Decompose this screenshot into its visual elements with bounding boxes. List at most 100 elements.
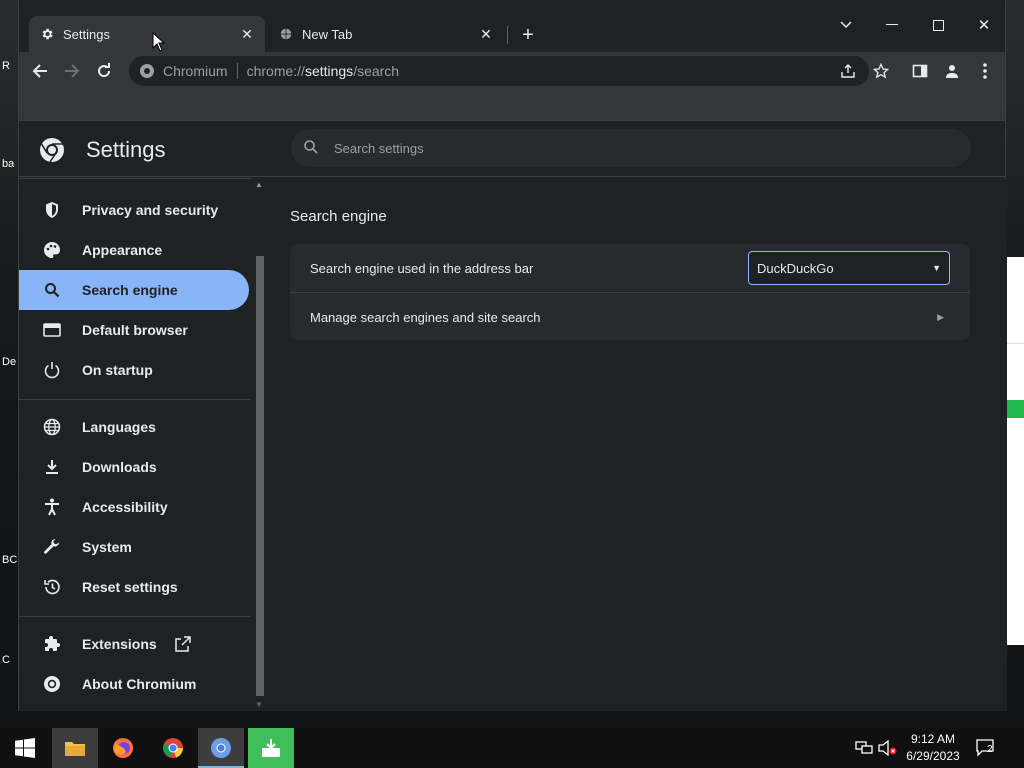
sidebar-item-label: Appearance	[82, 242, 163, 258]
url-host: settings	[304, 63, 354, 79]
reload-button[interactable]	[89, 56, 119, 86]
sidebar-item-label: Languages	[82, 419, 156, 435]
globe-icon	[42, 417, 62, 437]
scroll-up-arrow-icon[interactable]: ▲	[255, 180, 263, 189]
clock-date: 6/29/2023	[906, 749, 960, 763]
notification-center-icon[interactable]: 2	[976, 738, 996, 758]
profile-icon[interactable]	[938, 56, 966, 86]
sidebar-item-appearance[interactable]: Appearance	[19, 230, 249, 270]
sidebar-item-label: Default browser	[82, 322, 188, 338]
close-tab-icon[interactable]: ✕	[476, 24, 496, 44]
search-settings-input[interactable]: Search settings	[291, 129, 971, 167]
sidebar-item-default-browser[interactable]: Default browser	[19, 310, 249, 350]
network-icon[interactable]	[854, 738, 874, 758]
taskbar: 9:12 AM 6/29/2023 2	[0, 728, 1024, 768]
section-title: Search engine	[290, 208, 387, 225]
tab-settings[interactable]: Settings ✕	[29, 16, 265, 52]
tab-separator	[507, 26, 508, 44]
desktop-label: ba	[2, 158, 15, 170]
chromium-icon	[42, 674, 62, 694]
origin-label: Chromium	[163, 63, 228, 79]
globe-icon	[278, 26, 294, 42]
sidebar-item-languages[interactable]: Languages	[19, 407, 249, 447]
system-clock[interactable]: 9:12 AM 6/29/2023	[898, 731, 968, 765]
sidebar-scrollbar[interactable]: ▲ ▼	[254, 178, 266, 711]
clock-time: 9:12 AM	[910, 732, 956, 746]
nav-divider	[19, 399, 251, 400]
menu-icon[interactable]	[971, 56, 999, 86]
file-explorer-icon[interactable]	[52, 728, 98, 768]
chevron-down-icon: ▼	[932, 263, 941, 273]
sidebar-item-label: Search engine	[82, 282, 178, 298]
chrome-icon[interactable]	[150, 728, 196, 768]
side-panel-icon[interactable]	[906, 56, 934, 86]
browser-toolbar: Chromium chrome://settings/search	[19, 52, 1005, 90]
desktop-label: De	[2, 356, 17, 368]
chromium-icon	[139, 63, 155, 79]
search-placeholder: Search settings	[334, 140, 424, 156]
back-button[interactable]	[25, 56, 55, 86]
new-tab-button[interactable]: +	[517, 24, 539, 46]
sidebar-item-label: Extensions	[82, 636, 157, 652]
sidebar-item-privacy[interactable]: Privacy and security	[19, 190, 249, 230]
minimize-button[interactable]	[877, 10, 907, 40]
chromium-taskbar-icon[interactable]	[198, 728, 244, 768]
forward-button[interactable]	[57, 56, 87, 86]
sidebar-item-reset-settings[interactable]: Reset settings	[19, 567, 249, 607]
firefox-icon[interactable]	[100, 728, 146, 768]
notification-count: 2	[987, 744, 993, 755]
row-label: Search engine used in the address bar	[310, 260, 534, 276]
bookmarks-bar	[19, 90, 1005, 121]
nav-top-edge	[19, 178, 251, 179]
bookmark-star-icon[interactable]	[867, 56, 895, 86]
background-window[interactable]	[1006, 257, 1024, 645]
sidebar-item-search-engine[interactable]: Search engine	[19, 270, 249, 310]
tab-new-tab[interactable]: New Tab ✕	[268, 16, 504, 52]
start-button[interactable]	[2, 728, 48, 768]
close-tab-icon[interactable]: ✕	[237, 24, 257, 44]
tab-search-icon[interactable]	[831, 10, 861, 40]
volume-muted-icon[interactable]	[878, 738, 898, 758]
scroll-down-arrow-icon[interactable]: ▼	[255, 700, 263, 709]
share-icon[interactable]	[834, 56, 862, 86]
browser-icon	[42, 320, 62, 340]
window-divider	[1006, 343, 1024, 344]
settings-header: Settings Search settings	[19, 121, 1005, 177]
browser-window: Settings ✕ New Tab ✕ + ✕ Chromium chrome…	[18, 0, 1007, 711]
omnibox-divider	[236, 63, 238, 79]
mouse-cursor-icon	[152, 31, 166, 52]
accessibility-icon	[42, 497, 62, 517]
address-bar[interactable]: Chromium chrome://settings/search	[129, 56, 869, 86]
settings-content: Search engine Search engine used in the …	[269, 178, 1007, 711]
settings-sidebar: Privacy and security Appearance Search e…	[19, 178, 269, 711]
sidebar-item-label: About Chromium	[82, 676, 197, 692]
sidebar-item-system[interactable]: System	[19, 527, 249, 567]
url-scheme: chrome://	[246, 63, 305, 79]
sidebar-item-accessibility[interactable]: Accessibility	[19, 487, 249, 527]
progress-bar	[1006, 400, 1024, 418]
search-icon	[303, 139, 321, 157]
sidebar-item-label: Privacy and security	[82, 202, 219, 218]
desktop-label: R	[2, 60, 10, 72]
puzzle-icon	[42, 634, 62, 654]
sidebar-item-extensions[interactable]: Extensions	[19, 624, 249, 664]
desktop-label: C	[2, 654, 10, 666]
sidebar-item-on-startup[interactable]: On startup	[19, 350, 249, 390]
sidebar-item-downloads[interactable]: Downloads	[19, 447, 249, 487]
close-window-button[interactable]: ✕	[969, 10, 999, 40]
history-icon	[42, 577, 62, 597]
url-path: /search	[353, 63, 400, 79]
sidebar-item-label: Reset settings	[82, 579, 178, 595]
sidebar-item-about-chromium[interactable]: About Chromium	[19, 664, 249, 704]
scrollbar-thumb[interactable]	[256, 256, 264, 696]
maximize-button[interactable]	[923, 10, 953, 40]
tab-title: New Tab	[302, 26, 353, 42]
search-engine-card: Search engine used in the address bar Du…	[290, 244, 970, 340]
search-icon	[42, 280, 62, 300]
manage-search-engines-row[interactable]: Manage search engines and site search ▶	[290, 293, 970, 341]
page-title: Settings	[86, 137, 166, 162]
installer-app-icon[interactable]	[248, 728, 294, 768]
search-engine-dropdown[interactable]: DuckDuckGo ▼	[748, 251, 950, 285]
settings-page: Settings Search settings Privacy and sec…	[19, 121, 1007, 711]
download-icon	[42, 457, 62, 477]
